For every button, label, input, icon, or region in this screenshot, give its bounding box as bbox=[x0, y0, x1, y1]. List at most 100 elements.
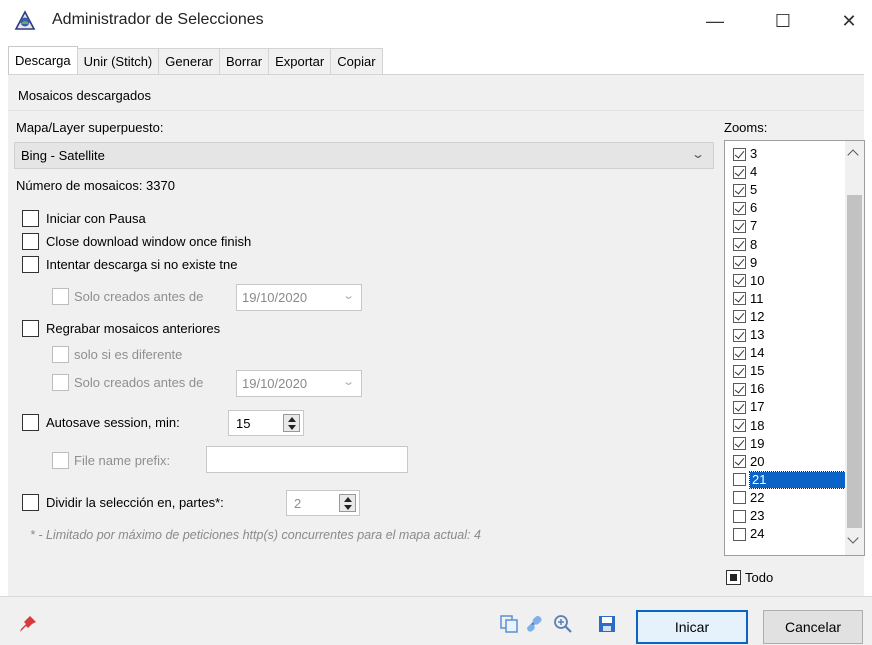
tab-copiar[interactable]: Copiar bbox=[330, 48, 383, 74]
minimize-button[interactable]: — bbox=[692, 0, 738, 42]
maximize-button[interactable]: ☐ bbox=[760, 0, 806, 42]
zoom-item[interactable]: 15 bbox=[733, 362, 845, 380]
zoom-checkbox[interactable] bbox=[733, 527, 746, 541]
close-window-checkbox[interactable] bbox=[22, 233, 39, 250]
map-layer-select[interactable]: Bing - Satellite ⌄ bbox=[14, 142, 714, 169]
zoom-level-label: 20 bbox=[750, 453, 765, 469]
zoom-item[interactable]: 12 bbox=[733, 308, 845, 326]
zoom-checkbox[interactable] bbox=[733, 382, 746, 396]
zoom-checkbox[interactable] bbox=[733, 400, 746, 414]
split-value: 2 bbox=[294, 496, 302, 511]
scroll-down-icon[interactable] bbox=[847, 532, 859, 544]
date-picker-1[interactable]: 19/10/2020 ⌄ bbox=[236, 284, 362, 311]
zoom-level-label: 12 bbox=[750, 308, 765, 324]
zoom-checkbox[interactable] bbox=[733, 183, 746, 197]
zoom-level-label: 10 bbox=[750, 272, 765, 288]
zoom-checkbox[interactable] bbox=[733, 419, 746, 432]
section-divider bbox=[8, 110, 864, 111]
zoom-checkbox[interactable] bbox=[733, 219, 746, 233]
link-icon[interactable] bbox=[524, 613, 546, 635]
date-picker-2[interactable]: 19/10/2020 ⌄ bbox=[236, 370, 362, 397]
zoom-item[interactable]: 18 bbox=[733, 417, 845, 435]
tab-descarga[interactable]: Descarga bbox=[8, 46, 78, 74]
zoom-checkbox[interactable] bbox=[733, 201, 746, 215]
zoom-item[interactable]: 17 bbox=[733, 398, 845, 416]
copy-icon[interactable] bbox=[498, 613, 520, 635]
file-prefix-label: File name prefix: bbox=[74, 453, 171, 468]
zoom-item[interactable]: 4 bbox=[733, 163, 845, 181]
zoom-checkbox[interactable] bbox=[733, 509, 746, 523]
zoom-checkbox[interactable] bbox=[733, 165, 746, 179]
zoom-checkbox[interactable] bbox=[733, 274, 746, 288]
zoom-item[interactable]: 13 bbox=[733, 326, 845, 344]
tab-generar[interactable]: Generar bbox=[158, 48, 220, 74]
zoom-level-label: 19 bbox=[750, 435, 765, 451]
zoom-item[interactable]: 7 bbox=[733, 217, 845, 235]
autosave-checkbox[interactable] bbox=[22, 414, 39, 431]
file-prefix-input[interactable] bbox=[206, 446, 408, 473]
zoom-scrollbar[interactable] bbox=[845, 141, 864, 555]
zoom-item[interactable]: 16 bbox=[733, 380, 845, 398]
close-window-label: Close download window once finish bbox=[46, 234, 252, 249]
split-parts-spinner[interactable]: 2 bbox=[286, 490, 360, 516]
scroll-thumb[interactable] bbox=[847, 195, 862, 528]
select-all-zooms-checkbox[interactable] bbox=[726, 570, 741, 585]
zoom-checkbox[interactable] bbox=[733, 238, 746, 251]
zoom-checkbox[interactable] bbox=[733, 364, 746, 378]
autosave-minutes-spinner[interactable]: 15 bbox=[228, 410, 304, 436]
zoom-item[interactable]: 6 bbox=[733, 199, 845, 217]
zoom-level-label: 23 bbox=[750, 508, 765, 523]
date-value-1: 19/10/2020 bbox=[242, 290, 308, 305]
cancel-button[interactable]: Cancelar bbox=[763, 610, 863, 644]
zoom-checkbox[interactable] bbox=[733, 437, 746, 451]
file-prefix-checkbox[interactable] bbox=[52, 452, 69, 469]
zoom-item[interactable]: 21 bbox=[733, 470, 846, 489]
only-before-checkbox-2[interactable] bbox=[52, 374, 69, 391]
zoom-list[interactable]: 3 4 5 6 7 8 9 10 11 12 13 14 15 16 17 18 19 20 21 22 23 24 bbox=[724, 140, 865, 556]
zoom-checkbox[interactable] bbox=[733, 147, 746, 161]
only-before-label-2: Solo creados antes de bbox=[74, 375, 204, 390]
zoom-item[interactable]: 22 bbox=[733, 489, 845, 507]
zoom-checkbox[interactable] bbox=[733, 455, 746, 469]
only-if-different-checkbox[interactable] bbox=[52, 346, 69, 363]
zoom-checkbox[interactable] bbox=[733, 310, 746, 324]
tab-exportar[interactable]: Exportar bbox=[268, 48, 332, 74]
split-selection-checkbox[interactable] bbox=[22, 494, 39, 511]
zoom-item[interactable]: 20 bbox=[733, 453, 845, 471]
zoom-item[interactable]: 19 bbox=[733, 435, 845, 453]
zoom-item[interactable]: 3 bbox=[733, 145, 845, 163]
zoom-level-label: 13 bbox=[750, 327, 765, 342]
zoom-item[interactable]: 8 bbox=[733, 236, 845, 254]
zoom-checkbox[interactable] bbox=[733, 491, 746, 505]
zoom-item[interactable]: 14 bbox=[733, 344, 845, 362]
zoom-checkbox[interactable] bbox=[733, 328, 746, 342]
start-paused-checkbox[interactable] bbox=[22, 210, 39, 227]
retry-download-label: Intentar descarga si no existe tne bbox=[46, 257, 238, 272]
zoom-item[interactable]: 10 bbox=[733, 272, 845, 290]
tab-borrar[interactable]: Borrar bbox=[218, 48, 270, 74]
save-icon[interactable] bbox=[596, 613, 618, 635]
map-layer-label: Mapa/Layer superpuesto: bbox=[16, 120, 164, 135]
zooms-label: Zooms: bbox=[724, 120, 768, 135]
retry-download-checkbox[interactable] bbox=[22, 256, 39, 273]
zoom-level-label: 7 bbox=[750, 218, 758, 234]
zoom-checkbox[interactable] bbox=[733, 346, 746, 360]
tab-unir[interactable]: Unir (Stitch) bbox=[76, 48, 160, 74]
spinner-arrows-icon[interactable] bbox=[283, 414, 300, 432]
zoom-checkbox[interactable] bbox=[733, 292, 746, 306]
zoom-checkbox[interactable] bbox=[733, 256, 746, 270]
zoom-item[interactable]: 9 bbox=[733, 254, 845, 272]
spinner-arrows-icon[interactable] bbox=[339, 494, 356, 512]
start-button[interactable]: Inicar bbox=[636, 610, 748, 644]
zoom-checkbox[interactable] bbox=[733, 473, 746, 487]
zoom-item[interactable]: 24 bbox=[733, 525, 845, 543]
zoom-item[interactable]: 23 bbox=[733, 507, 845, 525]
only-before-checkbox-1[interactable] bbox=[52, 288, 69, 305]
scroll-up-icon[interactable] bbox=[847, 149, 859, 161]
zoom-item[interactable]: 5 bbox=[733, 181, 845, 199]
zoom-search-icon[interactable] bbox=[552, 613, 574, 635]
pin-icon[interactable] bbox=[18, 614, 38, 634]
rewrite-tiles-checkbox[interactable] bbox=[22, 320, 39, 337]
close-button[interactable]: ✕ bbox=[826, 0, 872, 42]
zoom-item[interactable]: 11 bbox=[733, 290, 845, 308]
